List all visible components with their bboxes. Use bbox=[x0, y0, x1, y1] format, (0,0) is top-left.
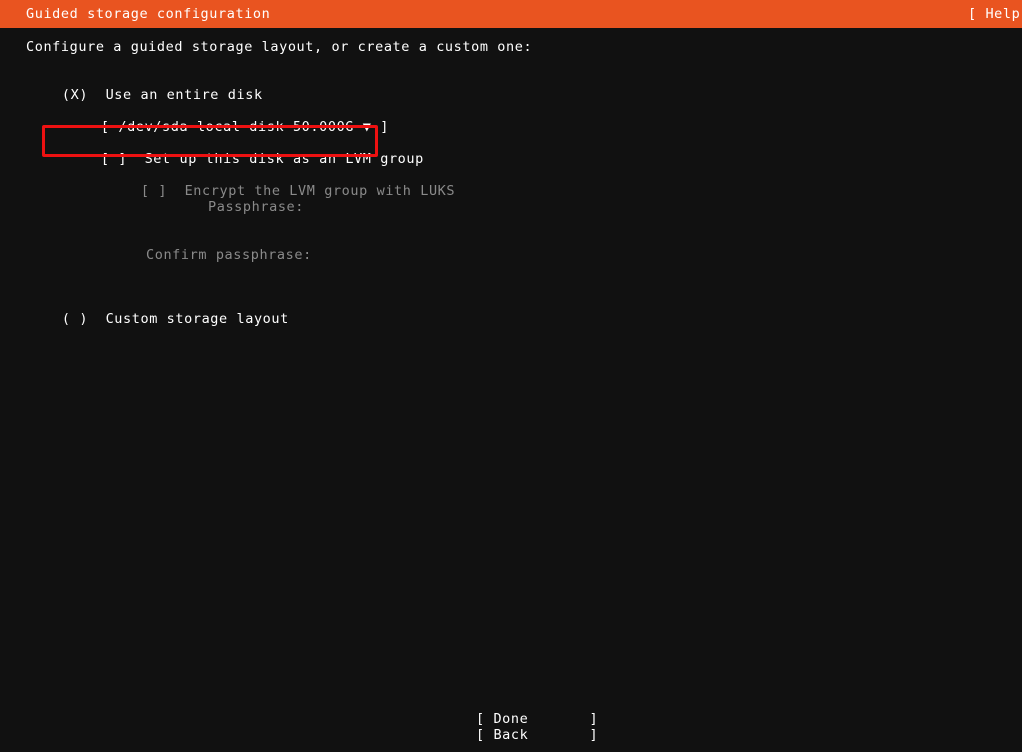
radio-entire-disk-marker: (X) bbox=[61, 87, 89, 103]
disk-selector-open-bracket: [ bbox=[100, 119, 110, 135]
page-title: Guided storage configuration bbox=[26, 6, 271, 22]
passphrase-label: Passphrase: bbox=[208, 199, 305, 215]
disk-selector-value: /dev/sda local disk 50.000G bbox=[118, 119, 355, 135]
radio-custom-storage-layout-marker: ( ) bbox=[61, 311, 89, 327]
checkbox-lvm-group-marker: [ ] bbox=[100, 151, 128, 167]
done-button[interactable]: [ Done ] bbox=[476, 711, 598, 727]
title-bar: Guided storage configuration [ Help bbox=[0, 0, 1022, 28]
radio-custom-storage-layout[interactable]: ( ) Custom storage layout bbox=[27, 295, 289, 343]
instruction-text: Configure a guided storage layout, or cr… bbox=[26, 39, 533, 55]
radio-entire-disk-label: Use an entire disk bbox=[105, 87, 263, 103]
confirm-passphrase-label: Confirm passphrase: bbox=[146, 247, 312, 263]
radio-custom-storage-layout-label: Custom storage layout bbox=[105, 311, 289, 327]
installer-content: Configure a guided storage layout, or cr… bbox=[0, 28, 1022, 752]
chevron-down-icon: ▼ bbox=[362, 119, 372, 135]
help-button[interactable]: [ Help bbox=[968, 6, 1020, 22]
disk-selector-close-bracket: ] bbox=[380, 119, 389, 135]
checkbox-lvm-group-label: Set up this disk as an LVM group bbox=[144, 151, 424, 167]
checkbox-encrypt-luks-label: Encrypt the LVM group with LUKS bbox=[184, 183, 456, 199]
back-button[interactable]: [ Back ] bbox=[476, 727, 598, 743]
footer-actions: [ Done ] [ Back ] bbox=[476, 711, 598, 743]
checkbox-encrypt-luks-marker: [ ] bbox=[140, 183, 168, 199]
